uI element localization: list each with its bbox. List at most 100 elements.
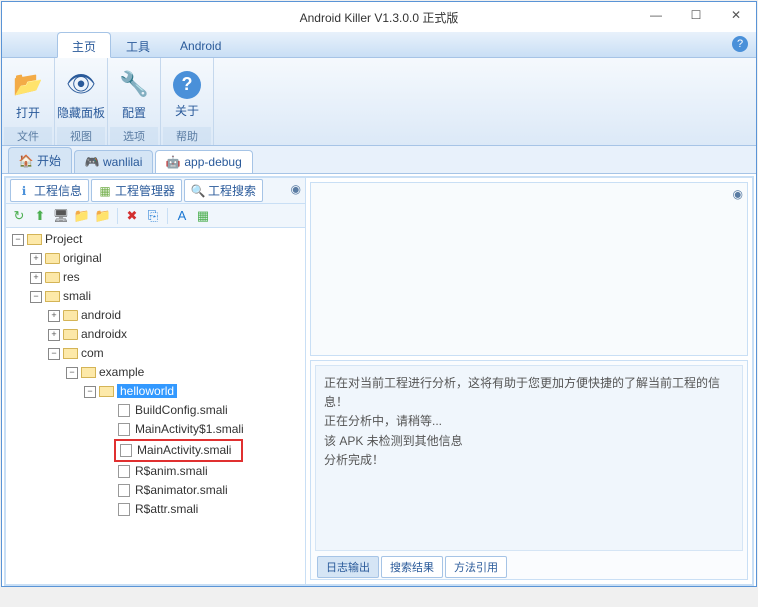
toolbar-button[interactable]: ↻ bbox=[10, 207, 28, 225]
expand-icon[interactable]: − bbox=[48, 348, 60, 360]
tree-node-helloworld[interactable]: −helloworld bbox=[8, 382, 303, 401]
ribbon-icon: 👁 bbox=[65, 69, 97, 101]
node-label: R$anim.smali bbox=[135, 464, 208, 478]
close-button[interactable]: ✕ bbox=[716, 2, 756, 27]
panel-tab-工程信息[interactable]: ℹ工程信息 bbox=[10, 179, 89, 202]
tree-node-smali[interactable]: − smali bbox=[8, 287, 303, 306]
menu-tab-Android[interactable]: Android bbox=[165, 32, 236, 57]
folder-icon bbox=[62, 328, 78, 342]
panel-tabs: ℹ工程信息▦工程管理器🔍工程搜索 bbox=[6, 178, 305, 204]
tree-node-R$attr.smali[interactable]: R$attr.smali bbox=[8, 500, 303, 519]
node-label: MainActivity.smali bbox=[137, 441, 231, 460]
panel-tab-工程管理器[interactable]: ▦工程管理器 bbox=[91, 179, 182, 202]
menu-tab-工具[interactable]: 工具 bbox=[111, 32, 165, 57]
tree-node-R$animator.smali[interactable]: R$animator.smali bbox=[8, 481, 303, 500]
tab-label: 开始 bbox=[37, 152, 61, 169]
file-icon bbox=[116, 484, 132, 498]
node-label: res bbox=[63, 270, 80, 284]
ribbon-button-打开[interactable]: 📂打开 bbox=[4, 62, 52, 127]
tree-toolbar: ↻⬆🖥📁📁✖⎘A▦ bbox=[6, 204, 305, 228]
tree-node-BuildConfig.smali[interactable]: BuildConfig.smali bbox=[8, 401, 303, 420]
tree-node-com[interactable]: − com bbox=[8, 344, 303, 363]
panel-tab-icon: ▦ bbox=[98, 184, 112, 198]
folder-open-icon bbox=[62, 347, 78, 361]
panel-tab-icon: 🔍 bbox=[191, 184, 205, 198]
tree-node-example[interactable]: − example bbox=[8, 363, 303, 382]
expand-icon[interactable]: + bbox=[48, 329, 60, 341]
toolbar-button[interactable]: ✖ bbox=[123, 207, 141, 225]
toolbar-button[interactable]: ⬆ bbox=[31, 207, 49, 225]
tree-node-MainActivity.smali[interactable]: MainActivity.smali bbox=[8, 439, 303, 462]
menu-tab-主页[interactable]: 主页 bbox=[57, 32, 111, 58]
toolbar-button[interactable]: ▦ bbox=[194, 207, 212, 225]
folder-open-icon bbox=[98, 385, 114, 399]
output-tabs: 日志输出搜索结果方法引用 bbox=[311, 555, 747, 579]
ribbon-group-label: 选项 bbox=[110, 127, 158, 145]
minimize-button[interactable]: — bbox=[636, 2, 676, 27]
tab-icon: 🎮 bbox=[85, 155, 99, 169]
folder-open-icon bbox=[80, 366, 96, 380]
visibility-icon[interactable]: ◉ bbox=[291, 182, 301, 196]
tree-node-res[interactable]: + res bbox=[8, 268, 303, 287]
ribbon-button-配置[interactable]: 🔧配置 bbox=[110, 62, 158, 127]
node-label: MainActivity$1.smali bbox=[135, 422, 244, 436]
tab-label: app-debug bbox=[184, 155, 241, 169]
node-label: BuildConfig.smali bbox=[135, 403, 228, 417]
ribbon-group: 📂打开文件 bbox=[2, 58, 55, 145]
doc-tab-wanlilai[interactable]: 🎮wanlilai bbox=[74, 150, 153, 173]
expand-icon[interactable]: + bbox=[48, 310, 60, 322]
tree-node-R$anim.smali[interactable]: R$anim.smali bbox=[8, 462, 303, 481]
panel-tab-工程搜索[interactable]: 🔍工程搜索 bbox=[184, 179, 263, 202]
file-icon bbox=[116, 465, 132, 479]
expand-icon[interactable]: − bbox=[12, 234, 24, 246]
ribbon-button-关于[interactable]: ?关于 bbox=[163, 62, 211, 127]
expand-icon[interactable]: + bbox=[30, 272, 42, 284]
ribbon-label: 配置 bbox=[122, 104, 146, 121]
output-tab-搜索结果[interactable]: 搜索结果 bbox=[381, 556, 443, 578]
expand-icon[interactable]: + bbox=[30, 253, 42, 265]
toolbar-button[interactable]: 📁 bbox=[94, 207, 112, 225]
content-area: ◉ ℹ工程信息▦工程管理器🔍工程搜索 ↻⬆🖥📁📁✖⎘A▦ −Project+or… bbox=[4, 176, 754, 586]
tree-node-Project[interactable]: − Project bbox=[8, 230, 303, 249]
tree-node-original[interactable]: +original bbox=[8, 249, 303, 268]
node-label: com bbox=[81, 346, 104, 360]
doc-tab-app-debug[interactable]: 🤖 app-debug bbox=[155, 150, 252, 173]
folder-open-icon bbox=[26, 233, 42, 247]
node-label: android bbox=[81, 308, 121, 322]
toolbar-button[interactable]: 📁 bbox=[73, 207, 91, 225]
tree-node-android[interactable]: + android bbox=[8, 306, 303, 325]
toolbar-button[interactable]: ⎘ bbox=[144, 207, 162, 225]
output-tab-日志输出[interactable]: 日志输出 bbox=[317, 556, 379, 578]
maximize-button[interactable]: ☐ bbox=[676, 2, 716, 27]
node-label: smali bbox=[63, 289, 91, 303]
node-label: R$animator.smali bbox=[135, 483, 228, 497]
ribbon-group-label: 帮助 bbox=[163, 127, 211, 145]
toolbar-button[interactable]: 🖥 bbox=[52, 207, 70, 225]
expand-icon[interactable]: − bbox=[66, 367, 78, 379]
tab-icon: 🤖 bbox=[166, 155, 180, 169]
folder-open-icon bbox=[44, 290, 60, 304]
visibility-icon[interactable]: ◉ bbox=[733, 187, 743, 201]
help-icon[interactable]: ? bbox=[732, 36, 748, 52]
ribbon-group: 👁隐藏面板视图 bbox=[55, 58, 108, 145]
tree-node-MainActivity$1.smali[interactable]: MainActivity$1.smali bbox=[8, 420, 303, 439]
log-line: 该 APK 未检测到其他信息 bbox=[324, 432, 734, 451]
titlebar: Android Killer V1.3.0.0 正式版 — ☐ ✕ bbox=[2, 2, 756, 32]
toolbar-button[interactable]: A bbox=[173, 207, 191, 225]
right-pane: ◉ 正在对当前工程进行分析，这将有助于您更加方便快捷的了解当前工程的信息！正在分… bbox=[306, 178, 752, 584]
file-icon bbox=[116, 503, 132, 517]
expand-icon[interactable]: − bbox=[30, 291, 42, 303]
ribbon-button-隐藏面板[interactable]: 👁隐藏面板 bbox=[57, 62, 105, 127]
log-line: 正在对当前工程进行分析，这将有助于您更加方便快捷的了解当前工程的信息！ bbox=[324, 374, 734, 412]
app-window: Android Killer V1.3.0.0 正式版 — ☐ ✕ 主页工具An… bbox=[1, 1, 757, 587]
expand-icon[interactable]: − bbox=[84, 386, 96, 398]
node-label: androidx bbox=[81, 327, 127, 341]
log-line: 正在分析中，请稍等... bbox=[324, 412, 734, 431]
doc-tab-开始[interactable]: 🏠开始 bbox=[8, 147, 72, 173]
node-label: example bbox=[99, 365, 144, 379]
left-pane: ◉ ℹ工程信息▦工程管理器🔍工程搜索 ↻⬆🖥📁📁✖⎘A▦ −Project+or… bbox=[6, 178, 306, 584]
output-tab-方法引用[interactable]: 方法引用 bbox=[445, 556, 507, 578]
node-label: Project bbox=[45, 232, 82, 246]
tree-node-androidx[interactable]: + androidx bbox=[8, 325, 303, 344]
project-tree[interactable]: −Project+original+res−smali+android+andr… bbox=[6, 228, 305, 584]
